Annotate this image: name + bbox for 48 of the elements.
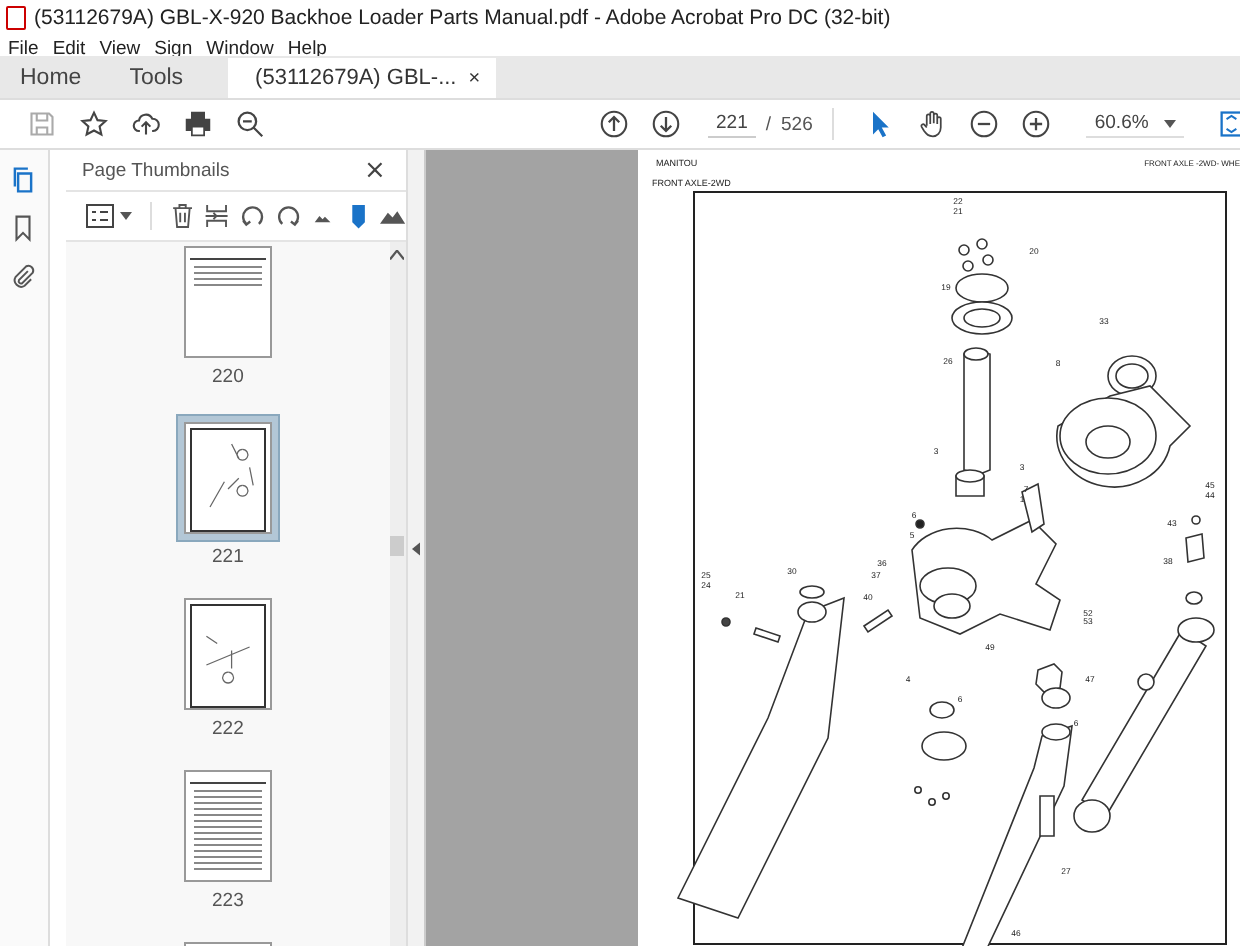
page-count: 526: [781, 113, 813, 135]
print-icon[interactable]: [184, 110, 212, 138]
zoom-dropdown[interactable]: 60.6%: [1086, 110, 1185, 138]
zoom-in-icon[interactable]: [1022, 110, 1051, 138]
page-number-label: 220: [212, 368, 244, 388]
trash-icon[interactable]: [169, 202, 195, 230]
paperclip-icon[interactable]: [10, 262, 37, 290]
bookmark-icon[interactable]: [10, 214, 37, 242]
scroll-up-icon[interactable]: [390, 250, 405, 260]
caret-icon[interactable]: [119, 212, 132, 220]
pages-icon[interactable]: [10, 166, 37, 194]
menu-item[interactable]: Help: [287, 37, 327, 59]
page-number-label: 223: [212, 892, 244, 912]
page-number-label: 222: [212, 720, 244, 740]
hand-icon[interactable]: [918, 110, 947, 138]
pdf-app-icon: [6, 6, 26, 30]
page-number-field[interactable]: 221: [708, 110, 756, 138]
page-thumbnail[interactable]: [179, 766, 276, 886]
page-thumbnail[interactable]: [179, 594, 276, 714]
menu-item[interactable]: Edit: [52, 37, 86, 59]
panel-title: Page Thumbnails: [81, 159, 230, 181]
menu-item[interactable]: View: [99, 37, 141, 59]
page-thumbnail[interactable]: [179, 242, 276, 362]
rotate-right-icon[interactable]: [275, 202, 301, 230]
close-tab-button[interactable]: ×: [468, 67, 481, 89]
caret-icon[interactable]: [1164, 119, 1177, 127]
rotate-left-icon[interactable]: [240, 202, 266, 230]
star-icon[interactable]: [80, 110, 108, 138]
page-thumbnail[interactable]: [175, 414, 280, 542]
menu-item[interactable]: Sign: [154, 37, 193, 59]
previous-page-icon[interactable]: [600, 110, 628, 138]
menu-item[interactable]: File: [8, 37, 39, 59]
document-tab[interactable]: (53112679A) GBL-... ×: [227, 58, 497, 98]
insert-pages-icon[interactable]: [204, 202, 231, 230]
scrollbar-thumb[interactable]: [390, 536, 405, 556]
nav-tab[interactable]: Tools: [109, 58, 212, 98]
cloud-upload-icon[interactable]: [132, 110, 160, 138]
close-button[interactable]: ×: [360, 157, 390, 183]
window-title: (53112679A) GBL-X-920 Backhoe Loader Parts Manual.pdf - Adobe Acrobat Pro DC (32-bit): [34, 6, 891, 30]
next-page-icon[interactable]: [652, 110, 680, 138]
options-dropdown[interactable]: [85, 204, 132, 228]
page-number-label: 221: [212, 548, 244, 568]
nav-tab[interactable]: Home: [0, 58, 110, 98]
collapse-arrow-icon[interactable]: [411, 541, 420, 555]
zoom-out-icon[interactable]: [970, 110, 999, 138]
page-separator: /: [765, 113, 771, 135]
menu-item[interactable]: Window: [206, 37, 274, 59]
search-icon[interactable]: [236, 110, 264, 138]
